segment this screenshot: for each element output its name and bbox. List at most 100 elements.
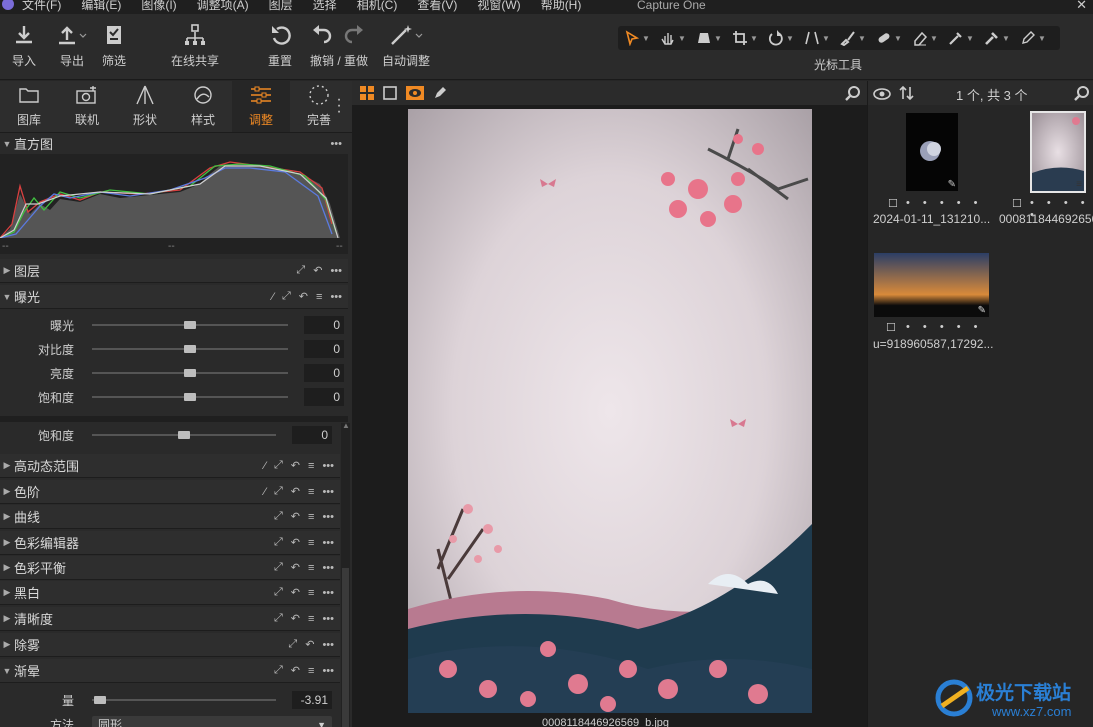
layers-section[interactable]: ▶ 图层 ⤢ ↶ •••: [0, 259, 348, 283]
zoom-icon[interactable]: [845, 85, 861, 101]
expand-icon[interactable]: ⤢: [274, 485, 283, 498]
auto-adjust-button[interactable]: 自动调整: [382, 24, 430, 69]
exposure-slider-row[interactable]: 对比度 0: [0, 337, 348, 361]
section-color-editor[interactable]: ▶ 色彩编辑器 ⤢ ↶ ≡ •••: [0, 531, 340, 555]
tools-scrollbar[interactable]: ▲: [341, 421, 350, 727]
tab-style[interactable]: 样式: [174, 81, 232, 132]
reset-small-icon[interactable]: ↶: [291, 485, 300, 498]
heal-tool[interactable]: ▼: [876, 30, 912, 46]
menu-adjustments[interactable]: 调整项(A): [197, 0, 249, 13]
scrollbar-thumb[interactable]: [342, 568, 349, 727]
expand-icon[interactable]: ⤢: [274, 536, 283, 549]
slider-knob[interactable]: [184, 369, 196, 377]
list-icon[interactable]: ≡: [308, 460, 314, 472]
rating-1[interactable]: • • • • •: [906, 197, 982, 209]
reset-small-icon[interactable]: ↶: [291, 536, 300, 549]
list-icon[interactable]: ≡: [308, 613, 314, 625]
more-icon[interactable]: •••: [322, 537, 334, 549]
pan-tool[interactable]: ▼: [660, 30, 696, 46]
section-dehaze[interactable]: ▶ 除雾 ⤢ ↶ •••: [0, 633, 340, 657]
saturation-floating-slider[interactable]: 饱和度 0: [0, 423, 348, 447]
menu-file[interactable]: 文件(F): [22, 0, 61, 13]
annotate-tool[interactable]: ▼: [1020, 30, 1056, 46]
menu-camera[interactable]: 相机(C): [357, 0, 398, 13]
more-icon[interactable]: •••: [322, 486, 334, 498]
close-icon[interactable]: ✕: [1076, 0, 1087, 13]
slider-value[interactable]: 0: [304, 364, 344, 382]
reset-small-icon[interactable]: ↶: [291, 664, 300, 677]
slider-value[interactable]: 0: [304, 388, 344, 406]
tabs-more-icon[interactable]: · · ·: [336, 92, 342, 120]
more-icon[interactable]: •••: [330, 291, 342, 303]
brush-tool[interactable]: ▼: [840, 30, 876, 46]
single-view-icon[interactable]: [383, 86, 397, 100]
slider-knob[interactable]: [184, 321, 196, 329]
list-icon[interactable]: ≡: [308, 665, 314, 677]
slider-value[interactable]: -3.91: [292, 691, 332, 709]
filter-button[interactable]: 筛选: [102, 24, 126, 69]
more-icon[interactable]: •••: [322, 460, 334, 472]
menu-edit[interactable]: 编辑(E): [81, 0, 121, 13]
section-color-balance[interactable]: ▶ 色彩平衡 ⤢ ↶ ≡ •••: [0, 556, 340, 580]
list-icon[interactable]: ≡: [316, 291, 322, 303]
menu-view[interactable]: 查看(V): [417, 0, 457, 13]
section-vignette[interactable]: ▼ 渐晕 ⤢ ↶ ≡ •••: [0, 659, 340, 683]
thumbnail-1[interactable]: ✎: [906, 113, 958, 191]
checkbox-1[interactable]: ☐: [888, 197, 898, 210]
exposure-slider-row[interactable]: 亮度 0: [0, 361, 348, 385]
exposure-slider-row[interactable]: 曝光 0: [0, 313, 348, 337]
reset-small-icon[interactable]: ↶: [313, 264, 322, 277]
menu-select[interactable]: 选择: [313, 0, 337, 13]
menu-help[interactable]: 帮助(H): [541, 0, 582, 13]
more-icon[interactable]: •••: [330, 265, 342, 277]
more-icon[interactable]: •••: [322, 639, 334, 651]
slider-knob[interactable]: [93, 696, 106, 704]
more-icon[interactable]: •••: [322, 587, 334, 599]
list-icon[interactable]: ≡: [308, 511, 314, 523]
more-icon[interactable]: •••: [322, 613, 334, 625]
reset-small-icon[interactable]: ↶: [299, 290, 308, 303]
reset-small-icon[interactable]: ↶: [291, 510, 300, 523]
auto-icon[interactable]: ⁄: [272, 291, 274, 303]
list-icon[interactable]: ≡: [308, 486, 314, 498]
proof-eye-icon[interactable]: [406, 86, 424, 100]
pen-icon[interactable]: [433, 86, 447, 100]
keystone-tool[interactable]: ▼: [804, 30, 840, 46]
share-online-button[interactable]: 在线共享: [171, 24, 219, 69]
more-icon[interactable]: •••: [322, 562, 334, 574]
wb-picker-tool[interactable]: ▼: [984, 30, 1020, 46]
menu-layers[interactable]: 图层: [269, 0, 293, 13]
more-icon[interactable]: •••: [322, 511, 334, 523]
tab-capture[interactable]: 联机: [58, 81, 116, 132]
expand-icon[interactable]: ⤢: [274, 586, 283, 599]
expand-icon[interactable]: ⤢: [296, 264, 305, 277]
more-icon[interactable]: •••: [330, 138, 342, 150]
checkbox-2[interactable]: ☐: [1012, 197, 1022, 210]
reset-small-icon[interactable]: ↶: [305, 638, 314, 651]
scroll-up-icon[interactable]: ▲: [342, 421, 350, 430]
sort-icon[interactable]: [899, 86, 915, 100]
slider-value[interactable]: 0: [304, 316, 344, 334]
reset-button[interactable]: 重置: [268, 24, 292, 69]
slider-knob[interactable]: [178, 431, 190, 439]
reset-small-icon[interactable]: ↶: [291, 561, 300, 574]
section-levels[interactable]: ▶ 色阶 ⁄ ⤢ ↶ ≡ •••: [0, 480, 340, 504]
auto-icon[interactable]: ⁄: [264, 486, 266, 498]
expand-icon[interactable]: ⤢: [288, 638, 297, 651]
tab-shape[interactable]: 形状: [116, 81, 174, 132]
list-icon[interactable]: ≡: [308, 537, 314, 549]
checkbox-3[interactable]: ☐: [886, 321, 896, 334]
section-curve[interactable]: ▶ 曲线 ⤢ ↶ ≡ •••: [0, 505, 340, 529]
export-button[interactable]: 导出: [56, 24, 88, 69]
menu-window[interactable]: 视窗(W): [477, 0, 520, 13]
reset-small-icon[interactable]: ↶: [291, 586, 300, 599]
slider-knob[interactable]: [184, 393, 196, 401]
slider-knob[interactable]: [184, 345, 196, 353]
method-select[interactable]: 圆形 ▼: [92, 716, 332, 727]
eye-icon[interactable]: [873, 87, 891, 101]
more-icon[interactable]: •••: [322, 665, 334, 677]
expand-icon[interactable]: ⤢: [274, 664, 283, 677]
expand-icon[interactable]: ⤢: [274, 459, 283, 472]
expand-icon[interactable]: ⤢: [282, 290, 291, 303]
reset-small-icon[interactable]: ↶: [291, 612, 300, 625]
